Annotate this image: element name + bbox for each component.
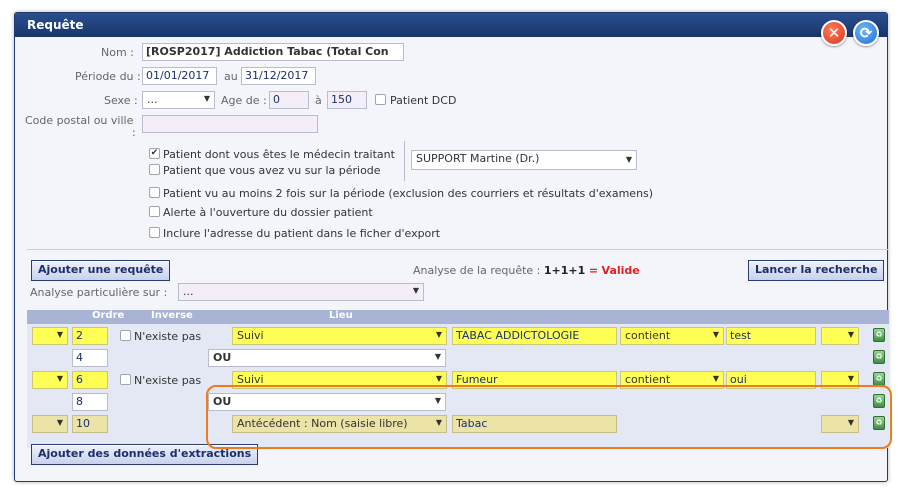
divider [404,141,405,181]
chevron-down-icon: ▼ [56,418,63,427]
alerte-checkbox[interactable] [149,206,160,217]
analyse-particuliere-label: Analyse particulière sur : [30,286,168,299]
row3-ordre-input[interactable]: 6 [72,371,108,389]
row3-inverse-label: N'existe pas [134,374,202,387]
analyse-eq: = [588,264,599,277]
criteria-table-header: Ordre Inverse Lieu [27,310,889,324]
chevron-down-icon: ▼ [847,374,854,383]
row1-operator-select[interactable]: contient ▼ [620,327,724,345]
patient-dcd-checkbox[interactable] [375,94,386,105]
lancer-recherche-button[interactable]: Lancer la recherche [748,260,885,281]
chevron-down-icon: ▼ [56,374,63,383]
row2-ordre-input[interactable]: 4 [72,349,108,367]
row1-value-input[interactable]: test [726,327,816,345]
row1-champ-input[interactable]: TABAC ADDICTOLOGIE [452,327,617,345]
row2-delete-icon[interactable]: ♻ [873,350,885,364]
separator [27,249,889,250]
medecin-traitant-label: Patient dont vous êtes le médecin traita… [163,148,395,161]
row5-ordre-input[interactable]: 10 [72,415,108,433]
row1-inverse-label: N'existe pas [134,330,202,343]
nom-input[interactable]: [ROSP2017] Addiction Tabac (Total Con [142,43,404,61]
nom-label: Nom : [101,46,134,59]
close-icon[interactable]: ✕ [821,20,847,46]
age-to-input[interactable]: 150 [327,91,367,109]
analyse-expr: 1+1+1 [543,264,586,277]
doctor-select[interactable]: SUPPORT Martine (Dr.) ▼ [411,150,637,170]
row1-operator-value: contient [625,329,671,342]
code-postal-input[interactable] [142,115,318,133]
header-ordre: Ordre [92,310,125,321]
refresh-icon[interactable]: ⟳ [853,20,879,46]
code-postal-colon: : [132,126,136,139]
alerte-label: Alerte à l'ouverture du dossier patient [163,206,373,219]
vu-periode-label: Patient que vous avez vu sur la période [163,164,381,177]
highlight-annotation [206,385,892,449]
vu-2fois-label: Patient vu au moins 2 fois sur la périod… [163,187,654,200]
row1-lieu-value: Suivi [237,329,264,342]
date-from-input[interactable]: 01/01/2017 [142,67,217,85]
ajouter-requete-button[interactable]: Ajouter une requête [31,260,171,281]
analyse-label: Analyse de la requête : [413,264,541,277]
row4-ordre-input[interactable]: 8 [72,393,108,411]
doctor-value: SUPPORT Martine (Dr.) [416,152,540,165]
patient-dcd-label: Patient DCD [390,94,457,107]
periode-label: Période du : [75,70,141,83]
title-bar: Requête [15,13,887,37]
analyse-particuliere-value: ... [183,285,194,298]
analyse-status: Valide [601,264,640,277]
row1-paren-close-select[interactable]: ▼ [821,327,859,345]
window-title: Requête [27,18,84,32]
chevron-down-icon: ▼ [712,374,719,383]
header-inverse: Inverse [151,310,193,321]
analyse-requete: Analyse de la requête : 1+1+1 = Valide [413,264,640,277]
inclure-label: Inclure l'adresse du patient dans le fic… [163,227,441,240]
row3-paren-select[interactable]: ▼ [32,371,68,389]
row1-lieu-select[interactable]: Suivi ▼ [232,327,447,345]
chevron-down-icon: ▼ [712,330,719,339]
header-lieu: Lieu [329,310,353,321]
analyse-particuliere-select[interactable]: ... ▼ [178,283,424,301]
row1-ordre-input[interactable]: 2 [72,327,108,345]
row2-logic-value: OU [213,351,232,364]
vu-periode-checkbox[interactable] [149,164,160,175]
date-to-input[interactable]: 31/12/2017 [241,67,316,85]
age-label: Age de : [221,94,267,107]
chevron-down-icon: ▼ [203,94,210,103]
a-label: à [315,94,322,107]
inclure-checkbox[interactable] [149,227,160,238]
sexe-label: Sexe : [104,94,138,107]
medecin-traitant-checkbox[interactable]: ✔ [149,148,160,159]
row3-inverse-checkbox[interactable] [120,374,131,385]
chevron-down-icon: ▼ [56,330,63,339]
au-label: au [224,70,238,83]
sexe-value: ... [147,93,158,106]
chevron-down-icon: ▼ [434,352,441,361]
sexe-select[interactable]: ... ▼ [142,91,215,109]
chevron-down-icon: ▼ [435,330,442,339]
row1-paren-select[interactable]: ▼ [32,327,68,345]
chevron-down-icon: ▼ [625,155,632,164]
vu-2fois-checkbox[interactable] [149,187,160,198]
row3-delete-icon[interactable]: ♻ [873,372,885,386]
row2-logic-select[interactable]: OU ▼ [208,349,446,367]
chevron-down-icon: ▼ [847,330,854,339]
chevron-down-icon: ▼ [412,286,419,295]
row5-paren-select[interactable]: ▼ [32,415,68,433]
row1-delete-icon[interactable]: ♻ [873,328,885,342]
chevron-down-icon: ▼ [435,374,442,383]
age-from-input[interactable]: 0 [269,91,309,109]
row1-inverse-checkbox[interactable] [120,330,131,341]
code-postal-label: Code postal ou ville [25,114,134,127]
